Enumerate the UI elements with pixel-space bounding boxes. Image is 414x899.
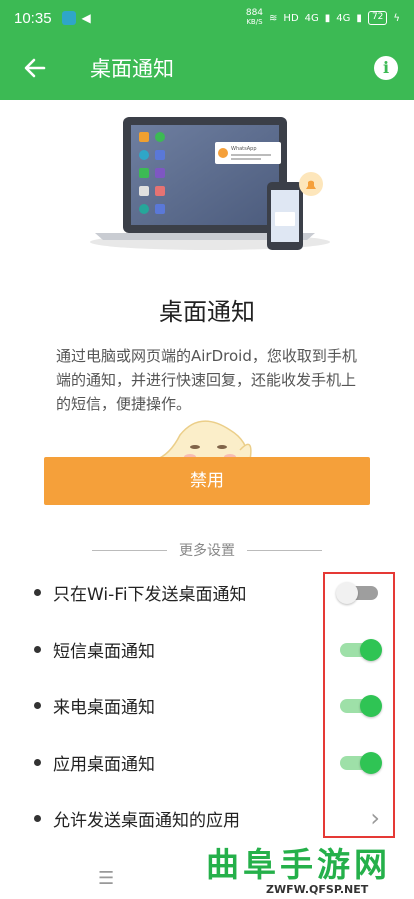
info-icon[interactable]: i <box>374 56 398 80</box>
app-bar: 桌面通知 i <box>0 36 414 100</box>
divider-line-left <box>92 549 167 551</box>
bullet-icon <box>34 701 41 709</box>
watermark-url: ZWFW.QFSP.NET <box>266 883 369 896</box>
hd-label: HD <box>283 12 299 24</box>
bullet-icon <box>34 758 41 766</box>
setting-label: 允许发送桌面通知的应用 <box>53 810 240 831</box>
setting-label: 只在Wi-Fi下发送桌面通知 <box>53 584 247 605</box>
status-right: 884 KB/S ≋ HD 4G ▮ 4G ▮ 72 ϟ <box>246 9 400 27</box>
watermark: 曲阜手游网 ZWFW.QFSP.NET <box>206 838 414 899</box>
wifi-icon: ≋ <box>269 12 278 24</box>
section-heading: 桌面通知 <box>159 298 255 326</box>
arrow-left-icon <box>24 58 46 78</box>
notification-app-icon <box>61 11 76 25</box>
page-title: 桌面通知 <box>90 57 174 81</box>
bullet-icon <box>34 814 41 822</box>
menu-icon[interactable]: ☰ <box>98 868 114 889</box>
signal-4g-2: 4G <box>336 12 351 24</box>
setting-label: 来电桌面通知 <box>53 697 155 718</box>
popup-title: WhatsApp <box>231 146 257 152</box>
status-time: 10:35 <box>14 9 52 27</box>
send-icon: ◀ <box>81 11 91 25</box>
highlight-box <box>323 572 395 838</box>
laptop-phone-illustration: WhatsApp <box>90 117 330 250</box>
net-speed: 884 KB/S <box>246 9 263 27</box>
bullet-icon <box>34 588 41 596</box>
charging-icon: ϟ <box>393 12 400 24</box>
signal-4g-1: 4G <box>304 12 319 24</box>
signal-bars-icon: ▮ <box>324 12 331 24</box>
divider-line-right <box>247 549 322 551</box>
battery-level: 72 <box>367 11 388 25</box>
bullet-icon <box>34 645 41 653</box>
signal-bars-icon-2: ▮ <box>356 12 362 24</box>
net-speed-unit: KB/S <box>246 18 263 26</box>
setting-label: 应用桌面通知 <box>53 754 155 775</box>
status-bar: 10:35 ◀ 884 KB/S ≋ HD 4G ▮ 4G ▮ 72 ϟ <box>0 0 414 36</box>
watermark-text: 曲阜手游网 <box>206 845 391 884</box>
more-settings-divider: 更多设置 <box>92 540 322 560</box>
back-button[interactable] <box>0 36 70 100</box>
disable-button[interactable]: 禁用 <box>44 457 370 505</box>
setting-label: 短信桌面通知 <box>53 641 155 662</box>
net-speed-value: 884 <box>245 8 264 18</box>
more-settings-label: 更多设置 <box>179 543 235 559</box>
